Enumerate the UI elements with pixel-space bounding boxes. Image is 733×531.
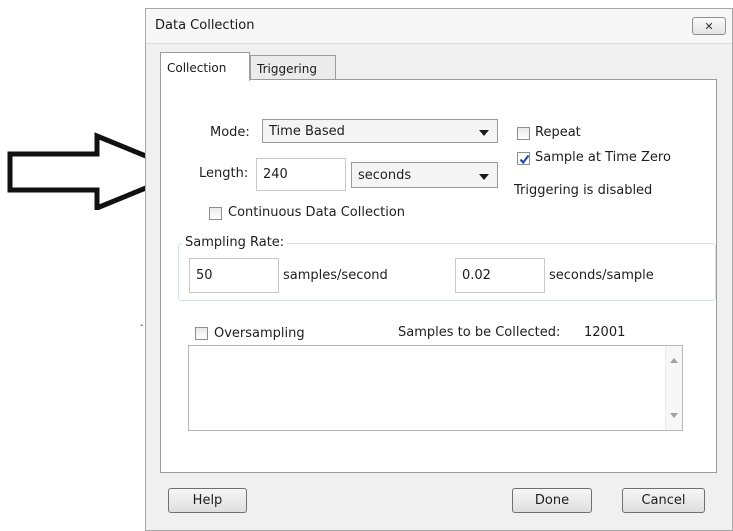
- cancel-button-label: Cancel: [641, 493, 686, 508]
- sample-at-time-zero-checkbox[interactable]: [517, 152, 530, 165]
- data-collection-dialog: Data Collection ✕ Collection Triggering …: [145, 8, 733, 531]
- repeat-label: Repeat: [535, 125, 581, 140]
- oversampling-label: Oversampling: [214, 326, 305, 341]
- sampling-rate-input[interactable]: 50: [189, 258, 279, 293]
- continuous-collection-checkbox[interactable]: [209, 207, 222, 220]
- help-button-label: Help: [192, 493, 223, 508]
- help-button[interactable]: Help: [168, 488, 247, 513]
- continuous-collection-label: Continuous Data Collection: [228, 205, 406, 220]
- close-button[interactable]: ✕: [692, 17, 726, 35]
- dialog-titlebar: Data Collection ✕: [146, 9, 732, 44]
- notes-listbox[interactable]: [188, 345, 683, 431]
- dialog-title: Data Collection: [155, 18, 255, 33]
- tab-collection-label: Collection: [167, 61, 227, 75]
- oversampling-checkbox[interactable]: [195, 327, 208, 340]
- length-value: 240: [263, 167, 288, 182]
- cancel-button[interactable]: Cancel: [622, 488, 705, 513]
- samples-to-collect-value: 12001: [584, 325, 626, 340]
- sampling-interval-input[interactable]: 0.02: [455, 258, 545, 293]
- trigger-status: Triggering is disabled: [514, 183, 653, 198]
- sampling-interval-value: 0.02: [462, 268, 491, 283]
- sampling-rate-unit: samples/second: [283, 268, 388, 283]
- length-unit-dropdown[interactable]: seconds: [351, 162, 498, 188]
- length-input[interactable]: 240: [256, 158, 346, 191]
- sampling-rate-value: 50: [196, 268, 213, 283]
- repeat-checkbox[interactable]: [517, 127, 530, 140]
- done-button[interactable]: Done: [512, 488, 592, 513]
- sampling-rate-legend: Sampling Rate:: [182, 235, 288, 250]
- tab-triggering[interactable]: Triggering: [250, 55, 336, 79]
- scroll-up-icon[interactable]: [670, 358, 678, 363]
- done-button-label: Done: [534, 493, 570, 508]
- chevron-down-icon: [479, 174, 489, 180]
- mode-value: Time Based: [269, 124, 345, 139]
- samples-to-collect-label: Samples to be Collected:: [398, 325, 561, 340]
- tab-triggering-label: Triggering: [257, 62, 317, 76]
- mode-label: Mode:: [210, 125, 250, 140]
- listbox-scrollbar[interactable]: [665, 346, 682, 430]
- collection-tab-panel: Mode: Time Based Repeat Sample at Time Z…: [160, 79, 717, 473]
- sampling-interval-unit: seconds/sample: [549, 268, 654, 283]
- close-icon: ✕: [704, 19, 714, 33]
- length-unit-value: seconds: [358, 168, 412, 183]
- chevron-down-icon: [479, 130, 489, 136]
- scroll-down-icon[interactable]: [670, 413, 678, 418]
- checkmark-icon: [519, 154, 530, 165]
- mode-dropdown[interactable]: Time Based: [262, 119, 498, 143]
- length-label: Length:: [199, 166, 249, 181]
- background-fragment: -: [140, 320, 144, 331]
- tab-collection[interactable]: Collection: [160, 52, 250, 81]
- sample-at-time-zero-label: Sample at Time Zero: [535, 150, 671, 165]
